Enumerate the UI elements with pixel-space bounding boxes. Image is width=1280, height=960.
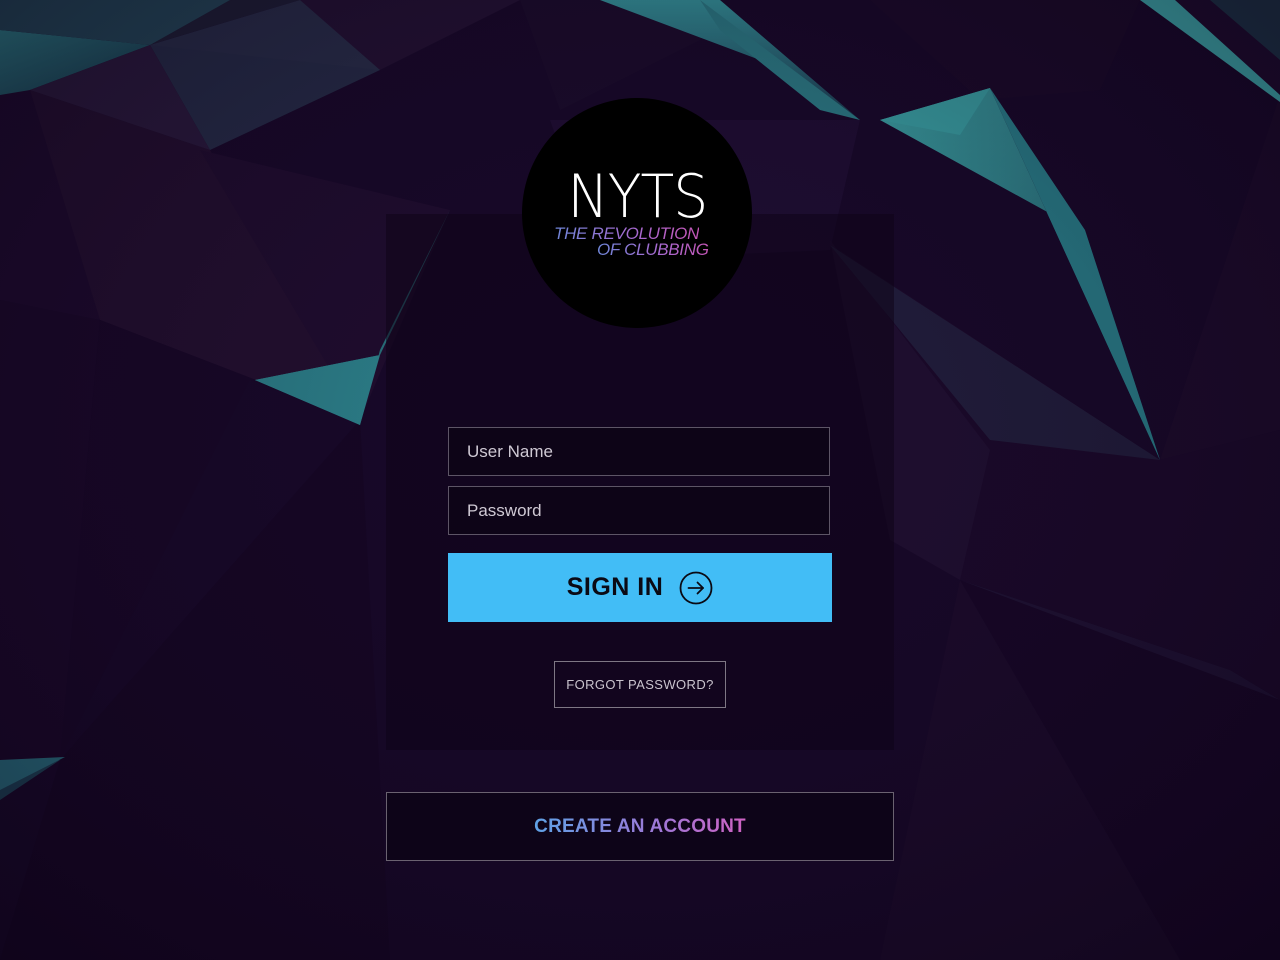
create-account-button[interactable]: CREATE AN ACCOUNT xyxy=(386,792,894,861)
logo-tagline-line2: OF CLUBBING xyxy=(597,240,709,259)
sign-in-label: SIGN IN xyxy=(566,573,664,601)
arrow-right-circle-icon xyxy=(679,571,713,604)
create-account-label: CREATE AN ACCOUNT xyxy=(534,815,746,837)
logo-badge: NYTS THE REVOLUTION OF CLUBBING xyxy=(522,98,752,328)
forgot-password-button[interactable]: FORGOT PASSWORD? xyxy=(554,661,726,708)
login-screen: NYTS THE REVOLUTION OF CLUBBING SIGN IN … xyxy=(0,0,1280,960)
sign-in-button[interactable]: SIGN IN xyxy=(448,553,832,622)
username-field[interactable] xyxy=(448,427,830,476)
logo-title: NYTS xyxy=(567,162,708,232)
forgot-password-label: FORGOT PASSWORD? xyxy=(566,677,714,692)
password-field[interactable] xyxy=(448,486,830,535)
